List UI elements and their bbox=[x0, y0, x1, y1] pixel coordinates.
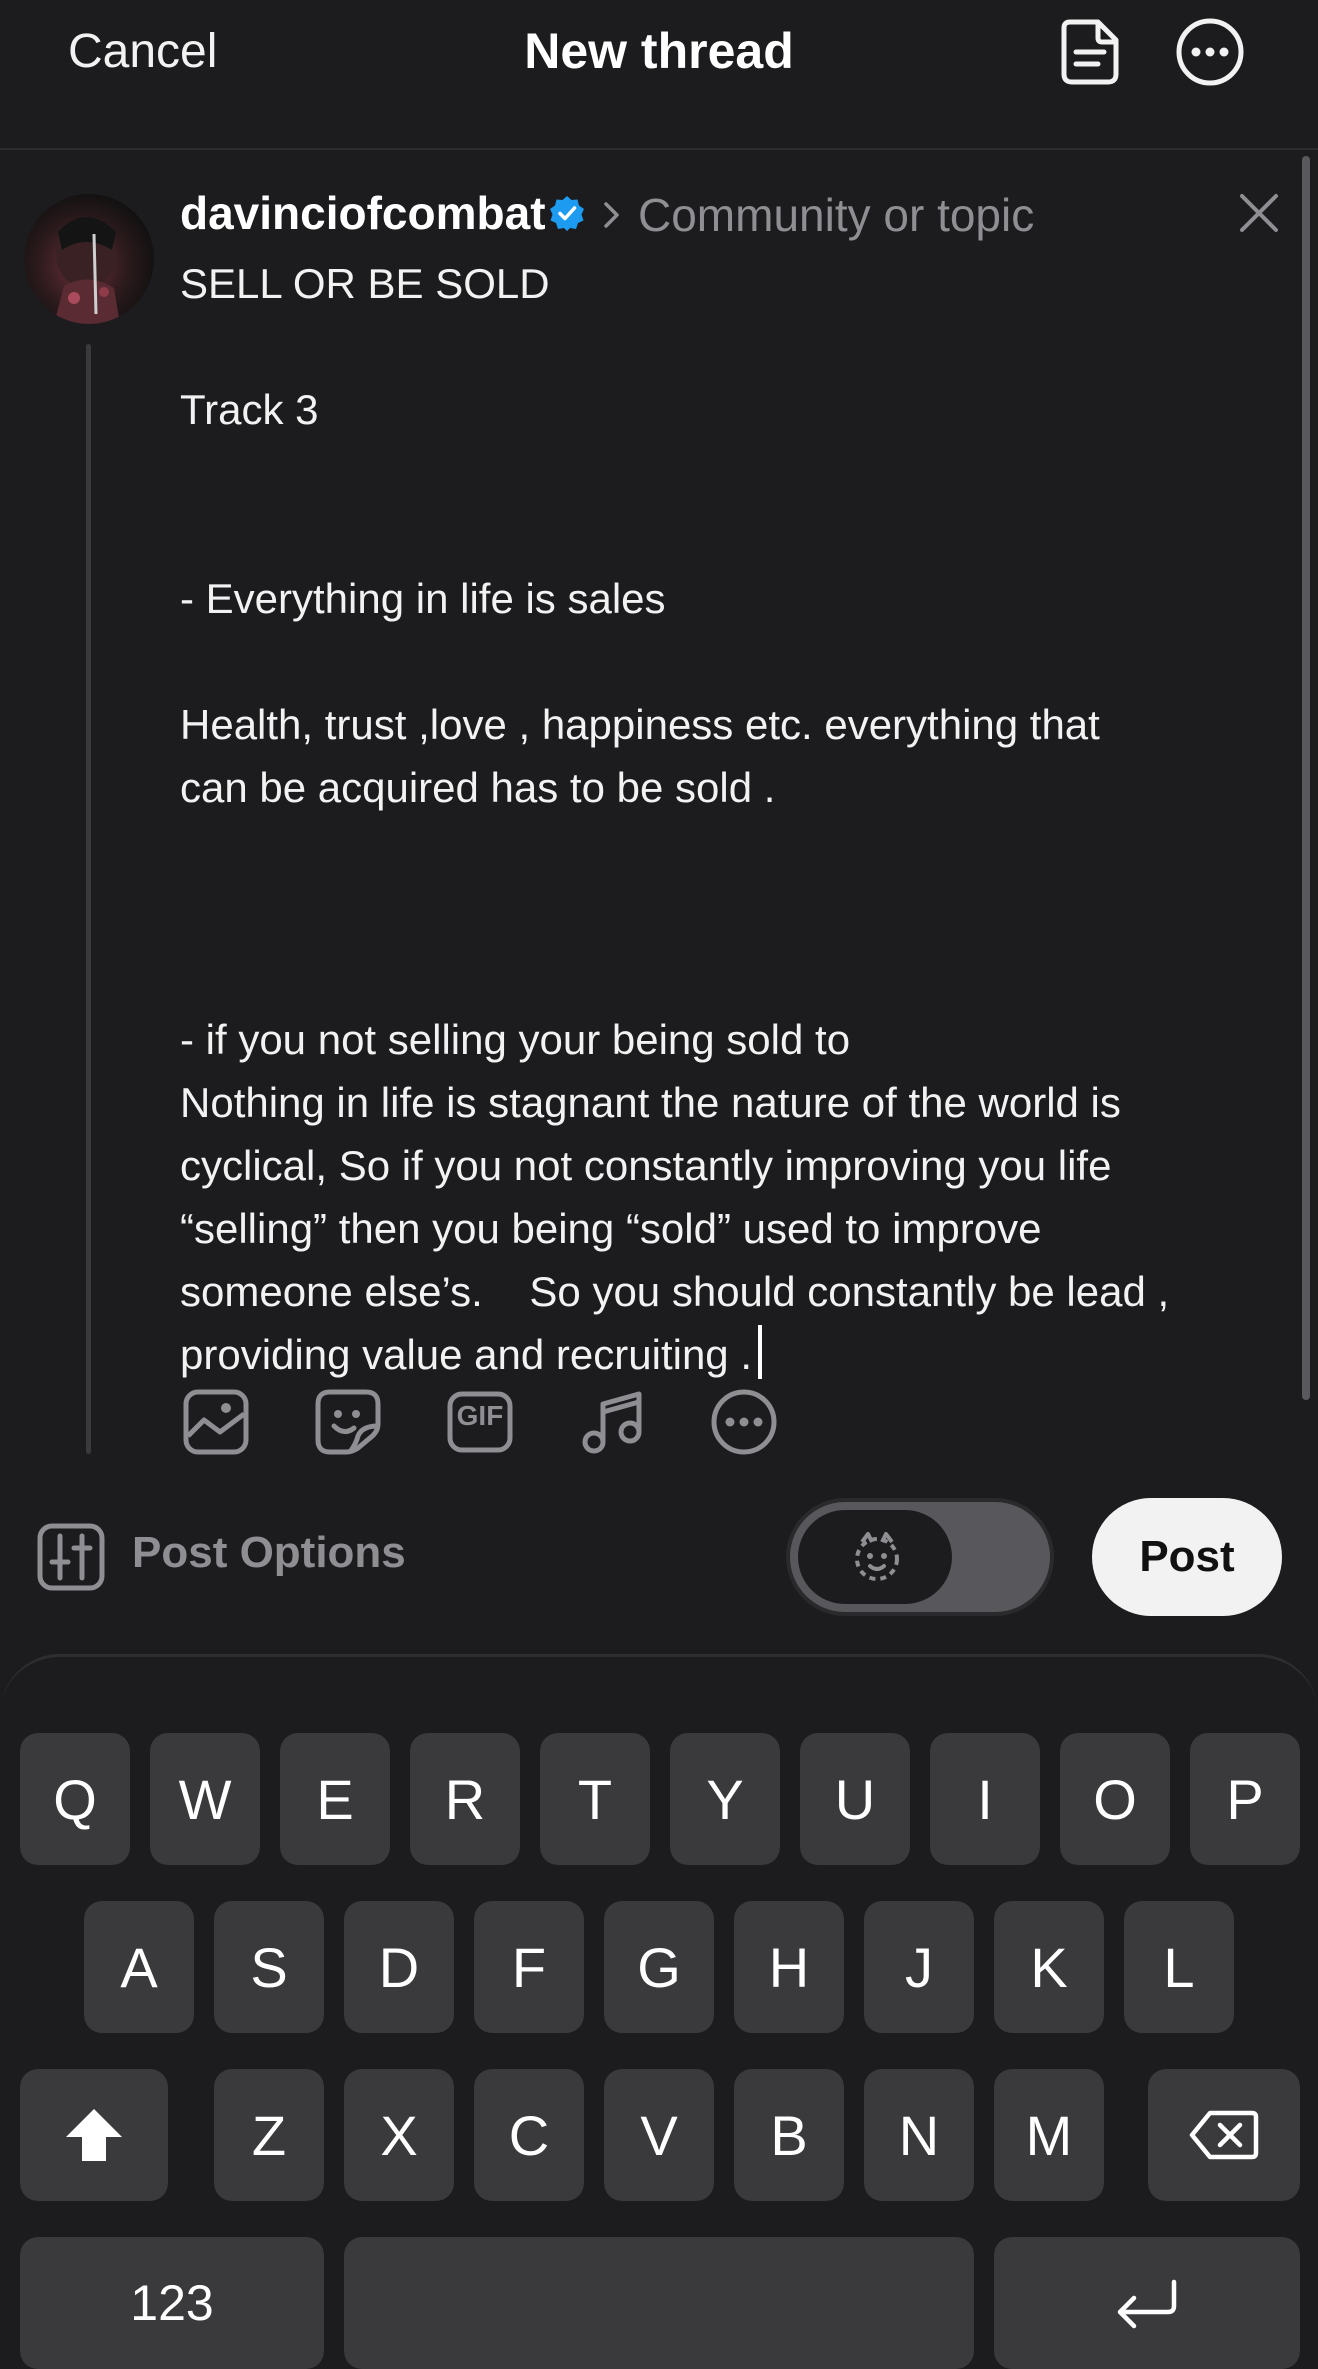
post-last-line-wrap: providing value and recruiting . bbox=[180, 1323, 1280, 1386]
post-options-label[interactable]: Post Options bbox=[132, 1528, 406, 1578]
face-icon bbox=[855, 1532, 899, 1581]
header-bar: Cancel New thread bbox=[0, 0, 1318, 150]
key-e[interactable]: E bbox=[280, 1733, 390, 1865]
image-icon[interactable] bbox=[180, 1386, 252, 1458]
post-line bbox=[180, 945, 1280, 1008]
keyboard: Q W E R T Y U I O P A S D F G H J K L Z … bbox=[0, 1654, 1318, 2369]
avatar[interactable] bbox=[24, 194, 154, 324]
sticker-icon[interactable] bbox=[312, 1386, 384, 1458]
key-n[interactable]: N bbox=[864, 2069, 974, 2201]
space-key[interactable] bbox=[344, 2237, 974, 2369]
post-line bbox=[180, 504, 1280, 567]
post-line: Health, trust ,love , happiness etc. eve… bbox=[180, 701, 1100, 748]
key-l[interactable]: L bbox=[1124, 1901, 1234, 2033]
backspace-icon bbox=[1189, 2110, 1259, 2160]
key-d[interactable]: D bbox=[344, 1901, 454, 2033]
gif-label: GIF bbox=[456, 1400, 504, 1431]
key-u[interactable]: U bbox=[800, 1733, 910, 1865]
key-h[interactable]: H bbox=[734, 1901, 844, 2033]
key-m[interactable]: M bbox=[994, 2069, 1104, 2201]
music-icon[interactable] bbox=[576, 1386, 648, 1458]
chevron-right-icon bbox=[604, 202, 619, 228]
shift-icon bbox=[66, 2109, 122, 2161]
username: davinciofcombat bbox=[180, 187, 546, 239]
post-line: can be acquired has to be sold . bbox=[180, 764, 776, 811]
post-line: Nothing in life is stagnant the nature o… bbox=[180, 1079, 1121, 1126]
key-y[interactable]: Y bbox=[670, 1733, 780, 1865]
post-line bbox=[180, 819, 1280, 882]
drafts-icon[interactable] bbox=[1052, 14, 1128, 90]
key-i[interactable]: I bbox=[930, 1733, 1040, 1865]
shift-key[interactable] bbox=[20, 2069, 168, 2201]
return-icon bbox=[1117, 2279, 1177, 2329]
post-line: Track 3 bbox=[180, 386, 319, 433]
key-v[interactable]: V bbox=[604, 2069, 714, 2201]
key-k[interactable]: K bbox=[994, 1901, 1104, 2033]
key-p[interactable]: P bbox=[1190, 1733, 1300, 1865]
post-line: “selling” then you being “sold” used to … bbox=[180, 1205, 1042, 1252]
post-line bbox=[180, 882, 1280, 945]
post-line: SELL OR BE SOLD bbox=[180, 260, 550, 307]
key-o[interactable]: O bbox=[1060, 1733, 1170, 1865]
gif-button[interactable]: GIF bbox=[444, 1386, 516, 1458]
post-line: - Everything in life is sales bbox=[180, 575, 666, 622]
avatar-image-icon bbox=[54, 217, 120, 324]
key-f[interactable]: F bbox=[474, 1901, 584, 2033]
text-cursor bbox=[758, 1325, 763, 1379]
return-key[interactable] bbox=[994, 2237, 1300, 2369]
post-button[interactable]: Post bbox=[1092, 1498, 1282, 1616]
post-line: someone else’s. So you should constantly… bbox=[180, 1268, 1170, 1315]
key-b[interactable]: B bbox=[734, 2069, 844, 2201]
key-t[interactable]: T bbox=[540, 1733, 650, 1865]
post-line bbox=[180, 630, 1280, 693]
backspace-key[interactable] bbox=[1148, 2069, 1300, 2201]
post-line bbox=[180, 441, 1280, 504]
toggle-knob bbox=[798, 1510, 952, 1604]
post-line bbox=[180, 315, 1280, 378]
more-options-icon[interactable] bbox=[1172, 14, 1248, 90]
key-c[interactable]: C bbox=[474, 2069, 584, 2201]
key-x[interactable]: X bbox=[344, 2069, 454, 2201]
key-z[interactable]: Z bbox=[214, 2069, 324, 2201]
verified-badge-icon bbox=[550, 196, 584, 231]
post-line: - if you not selling your being sold to bbox=[180, 1016, 851, 1063]
key-s[interactable]: S bbox=[214, 1901, 324, 2033]
post-line: cyclical, So if you not constantly impro… bbox=[180, 1142, 1112, 1189]
ai-label-toggle[interactable] bbox=[786, 1498, 1054, 1616]
thread-line bbox=[86, 344, 91, 1454]
key-g[interactable]: G bbox=[604, 1901, 714, 2033]
scrollbar[interactable] bbox=[1302, 156, 1310, 1400]
key-q[interactable]: Q bbox=[20, 1733, 130, 1865]
key-a[interactable]: A bbox=[84, 1901, 194, 2033]
sliders-icon[interactable] bbox=[36, 1522, 106, 1592]
post-line: providing value and recruiting . bbox=[180, 1331, 753, 1378]
more-attachments-icon[interactable] bbox=[708, 1386, 780, 1458]
key-w[interactable]: W bbox=[150, 1733, 260, 1865]
community-topic-selector[interactable]: Community or topic bbox=[638, 188, 1034, 242]
post-text-input[interactable]: SELL OR BE SOLD Track 3 - Everything in … bbox=[180, 252, 1280, 1386]
post-options-bar: Post Options Post bbox=[0, 1496, 1318, 1620]
numbers-key[interactable]: 123 bbox=[20, 2237, 324, 2369]
close-icon[interactable] bbox=[1236, 190, 1282, 236]
key-r[interactable]: R bbox=[410, 1733, 520, 1865]
compose-area: davinciofcombat Community or topic SELL … bbox=[0, 150, 1318, 1490]
key-j[interactable]: J bbox=[864, 1901, 974, 2033]
